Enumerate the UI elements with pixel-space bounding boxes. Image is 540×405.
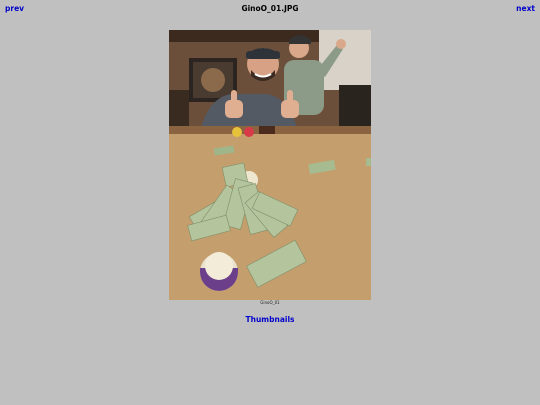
next-link[interactable]: next <box>516 4 535 13</box>
photo-caption: GinoO_01 <box>260 300 280 305</box>
gallery-page: prev GinoO_01.JPG next GinoO_01 Thumbnai… <box>0 0 540 405</box>
thumbnails-container: Thumbnails <box>0 315 540 324</box>
photo-illustration <box>169 30 371 300</box>
main-photo[interactable] <box>169 30 371 300</box>
image-title: GinoO_01.JPG <box>241 4 299 13</box>
thumbnails-link[interactable]: Thumbnails <box>246 315 295 324</box>
